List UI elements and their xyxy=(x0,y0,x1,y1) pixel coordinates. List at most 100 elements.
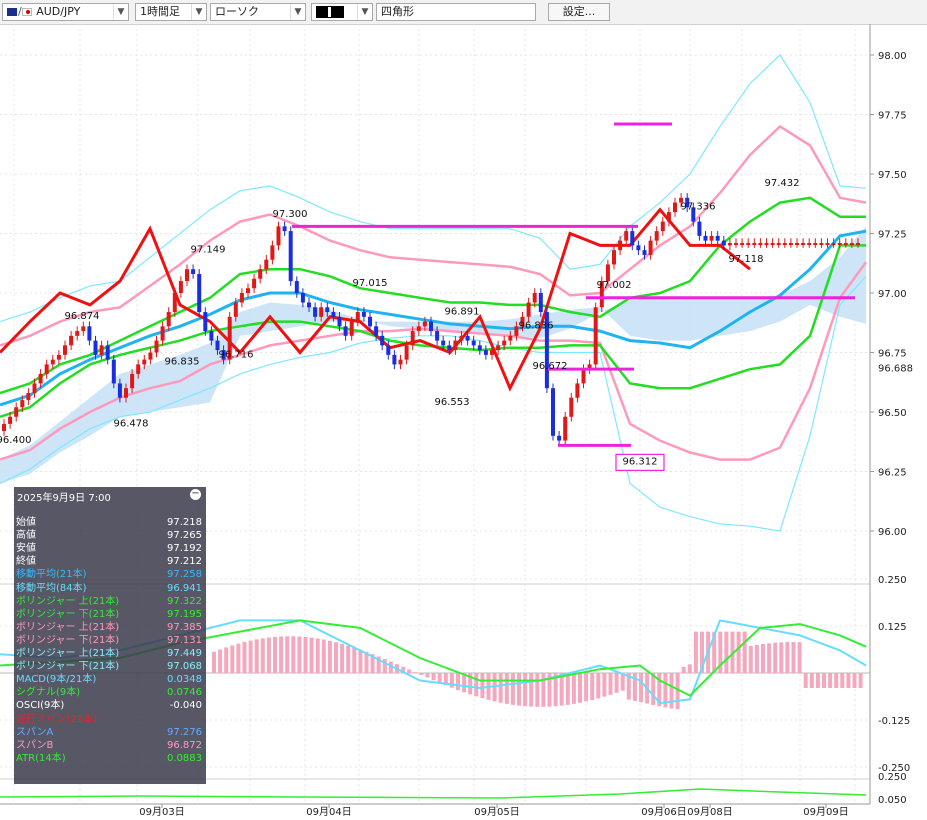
macd-histogram-bar xyxy=(498,673,503,703)
australia-flag-icon xyxy=(7,8,17,16)
price-annotation: 97.015 xyxy=(353,278,388,289)
info-row-value: 97.068 xyxy=(167,661,202,673)
macd-histogram-bar xyxy=(565,673,570,705)
macd-histogram-bar xyxy=(218,649,223,673)
chart-type-select[interactable]: ローソク ▼ xyxy=(210,3,306,21)
chevron-down-icon: ▼ xyxy=(191,4,206,20)
macd-histogram-bar xyxy=(517,673,521,706)
macd-histogram-bar xyxy=(529,673,534,707)
candle-body xyxy=(410,331,415,346)
candle-body xyxy=(172,293,177,313)
info-row-label: スパンB xyxy=(16,739,54,751)
minimize-icon[interactable]: − xyxy=(190,489,201,500)
macd-histogram-bar xyxy=(742,631,747,673)
candle-body xyxy=(75,331,80,336)
candle-body xyxy=(642,250,647,255)
macd-histogram-bar xyxy=(748,645,753,673)
candle-body xyxy=(209,331,214,341)
candle-body xyxy=(532,293,537,303)
macd-histogram-bar xyxy=(559,673,564,706)
candle-body xyxy=(264,259,269,270)
draw-tool-field[interactable]: 四角形 xyxy=(376,3,536,21)
info-row-value: 97.385 xyxy=(167,621,202,633)
macd-histogram-bar xyxy=(803,673,808,689)
info-row-value: -0.040 xyxy=(169,700,202,712)
price-tick-label: 97.25 xyxy=(878,230,907,241)
price-annotation: 97.336 xyxy=(681,202,716,213)
candle-body xyxy=(575,383,580,398)
line-style-select[interactable]: ▼ xyxy=(311,3,373,21)
price-annotation: 96.836 xyxy=(519,321,554,332)
candle-body xyxy=(697,221,702,236)
macd-histogram-bar xyxy=(822,673,826,689)
candle-body xyxy=(288,231,293,282)
price-annotation: 97.432 xyxy=(765,178,800,189)
info-row: ボリンジャー 下(21本) 97.131 xyxy=(16,634,204,647)
settings-button[interactable]: 設定... xyxy=(548,3,610,21)
macd-histogram-bar xyxy=(260,638,265,673)
info-row-label: ATR(14本) xyxy=(16,752,66,764)
candle-body xyxy=(404,345,409,360)
candle-body xyxy=(837,243,842,246)
symbol-select[interactable]: / AUD/JPY ▼ xyxy=(2,3,129,21)
macd-histogram-bar xyxy=(327,640,332,673)
candle-body xyxy=(770,243,775,246)
candle-body xyxy=(32,383,37,393)
candle-body xyxy=(239,293,244,303)
toolbar: / AUD/JPY ▼ 1時間足 ▼ ローソク ▼ ▼ 四角形 設定... xyxy=(0,0,927,25)
candle-body xyxy=(471,340,476,346)
info-row-label: ボリンジャー 上(21本) xyxy=(16,648,120,659)
candle-body xyxy=(776,243,781,246)
candle-body xyxy=(441,340,446,346)
candle-body xyxy=(136,364,141,374)
macd-histogram-bar xyxy=(303,637,308,673)
macd-histogram-bar xyxy=(809,673,814,689)
candle-body xyxy=(282,226,287,232)
candle-body xyxy=(605,264,610,282)
candle-body xyxy=(758,243,763,246)
candle-body xyxy=(636,245,641,251)
candle-body xyxy=(258,269,263,279)
timeframe-select[interactable]: 1時間足 ▼ xyxy=(135,3,207,21)
macd-histogram-bar xyxy=(608,673,613,695)
candle-body xyxy=(490,350,494,355)
candle-body xyxy=(368,316,372,327)
macd-histogram-bar xyxy=(297,636,302,673)
info-row: 始値 97.218 xyxy=(16,516,204,529)
candle-body xyxy=(252,278,257,289)
info-row-value: 97.449 xyxy=(167,648,202,659)
price-annotation: 96.672 xyxy=(533,361,568,372)
candle-body xyxy=(843,243,848,246)
candle-body xyxy=(331,312,336,317)
macd-histogram-bar xyxy=(273,636,277,673)
candle-body xyxy=(502,340,507,346)
candle-body xyxy=(160,326,165,341)
candle-body xyxy=(788,243,793,246)
candle-body xyxy=(435,331,440,341)
candle-body xyxy=(343,326,348,336)
info-row-label: 高値 xyxy=(16,530,36,542)
candle-body xyxy=(752,243,757,246)
macd-histogram-bar xyxy=(431,673,436,681)
candle-body xyxy=(612,250,616,265)
macd-histogram-bar xyxy=(840,673,845,689)
price-annotation: 97.149 xyxy=(191,245,226,256)
info-row: 終値 97.212 xyxy=(16,555,204,568)
candle-body xyxy=(721,240,726,246)
macd-histogram-bar xyxy=(291,636,296,673)
draw-tool-value: 四角形 xyxy=(381,5,414,18)
macd-histogram-bar xyxy=(474,673,479,697)
candle-body xyxy=(325,307,330,313)
macd-histogram-bar xyxy=(761,643,765,673)
price-annotation: 96.400 xyxy=(0,435,32,446)
japan-flag-icon xyxy=(21,8,32,16)
candle-body xyxy=(307,302,311,308)
chevron-down-icon: ▼ xyxy=(290,4,305,20)
line-swatch-icon xyxy=(316,6,344,18)
candle-body xyxy=(154,340,159,353)
candle-body xyxy=(2,423,6,432)
macd-histogram-bar xyxy=(773,642,778,673)
candle-body xyxy=(294,281,299,293)
info-row: ボリンジャー 上(21本) 97.449 xyxy=(16,647,204,660)
symbol-value: AUD/JPY xyxy=(36,5,81,18)
